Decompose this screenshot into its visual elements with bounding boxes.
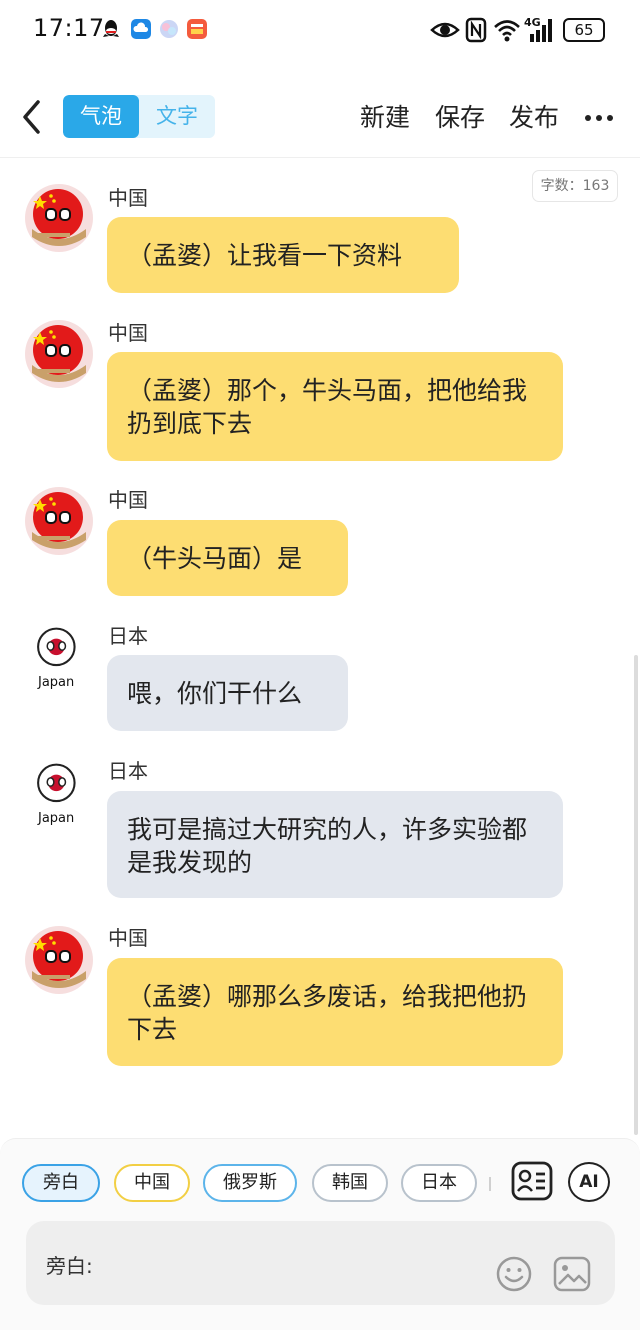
- role-chip-narrator[interactable]: 旁白: [22, 1164, 100, 1202]
- sender-name: 中国: [108, 321, 148, 345]
- circle-app-icon: [160, 20, 178, 38]
- message-input[interactable]: 旁白:: [26, 1221, 615, 1305]
- back-arrow-icon[interactable]: [16, 96, 52, 138]
- tab-bubble[interactable]: 气泡: [63, 95, 139, 138]
- battery-icon: 65: [563, 18, 605, 42]
- japan-ball-image: [23, 758, 93, 816]
- role-manager-icon[interactable]: [511, 1161, 553, 1201]
- role-chip-russia[interactable]: 俄罗斯: [203, 1164, 297, 1202]
- role-chip-korea[interactable]: 韩国: [312, 1164, 388, 1202]
- sender-name: 中国: [108, 186, 148, 210]
- qq-icon: [103, 20, 119, 37]
- tab-text[interactable]: 文字: [139, 95, 215, 138]
- scrollbar[interactable]: [634, 655, 638, 1135]
- sender-name: 中国: [108, 926, 148, 950]
- image-upload-icon[interactable]: [553, 1256, 591, 1292]
- china-avatar[interactable]: [24, 183, 94, 253]
- message-bubble[interactable]: （孟婆）让我看一下资料: [107, 217, 459, 293]
- status-bar: 17:17 4G 65: [0, 0, 640, 62]
- mode-switch: 气泡 文字: [63, 95, 215, 138]
- avatar-caption: Japan: [38, 811, 75, 826]
- battery-level: 65: [574, 21, 594, 39]
- chip-divider: [489, 1177, 491, 1191]
- wifi-icon: [494, 20, 520, 42]
- nfc-icon: [465, 17, 487, 43]
- ai-button[interactable]: AI: [568, 1162, 610, 1202]
- avatar-caption: Japan: [38, 675, 75, 690]
- china-avatar[interactable]: [24, 319, 94, 389]
- china-avatar[interactable]: [24, 486, 94, 556]
- role-chip-japan[interactable]: 日本: [401, 1164, 477, 1202]
- publish-button[interactable]: 发布: [509, 98, 559, 134]
- more-options-icon[interactable]: [584, 114, 614, 122]
- gallery-app-icon: [187, 19, 207, 39]
- message-bubble[interactable]: 喂，你们干什么: [107, 655, 348, 731]
- message-bubble[interactable]: （孟婆）那个，牛头马面，把他给我扔到底下去: [107, 352, 563, 461]
- sender-name: 中国: [108, 488, 148, 512]
- compose-panel: 旁白 中国 俄罗斯 韩国 日本 AI 旁白:: [0, 1138, 640, 1330]
- editor-toolbar: 气泡 文字 新建 保存 发布: [0, 78, 640, 158]
- new-button[interactable]: 新建: [360, 98, 410, 134]
- eye-icon: [430, 22, 460, 38]
- message-bubble[interactable]: （牛头马面）是: [107, 520, 348, 596]
- cloud-icon: [131, 19, 151, 39]
- china-avatar[interactable]: [24, 925, 94, 995]
- japan-ball-image: [23, 622, 93, 680]
- save-button[interactable]: 保存: [435, 98, 485, 134]
- word-count-badge: 字数：163: [532, 170, 618, 202]
- role-chip-china[interactable]: 中国: [114, 1164, 190, 1202]
- input-role-label: 旁白:: [46, 1254, 93, 1278]
- message-bubble[interactable]: 我可是搞过大研究的人，许多实验都是我发现的: [107, 791, 563, 898]
- message-bubble[interactable]: （孟婆）哪那么多废话，给我把他扔下去: [107, 958, 563, 1066]
- sender-name: 日本: [108, 759, 148, 783]
- status-time: 17:17: [33, 14, 105, 42]
- signal-icon: [530, 19, 552, 42]
- japan-avatar[interactable]: Japan: [24, 758, 94, 828]
- sender-name: 日本: [108, 624, 148, 648]
- japan-avatar[interactable]: Japan: [24, 622, 94, 692]
- emoji-icon[interactable]: [496, 1256, 532, 1292]
